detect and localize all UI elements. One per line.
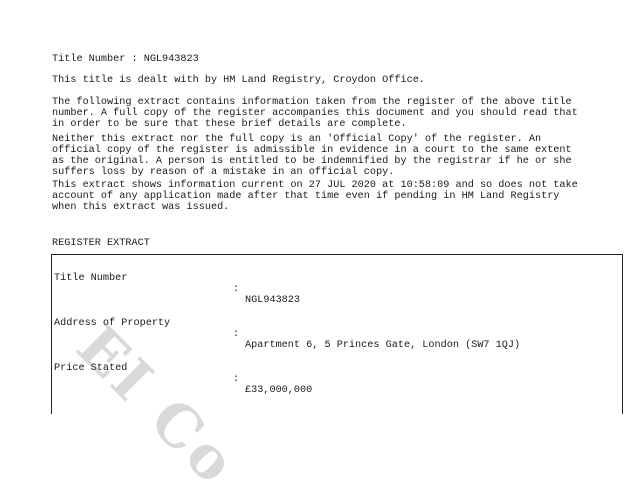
paragraph-line: as the original. A person is entitled to… [52, 156, 572, 167]
paragraph-currency: This extract shows information current o… [52, 180, 622, 213]
extract-label: Price Stated [54, 363, 128, 374]
paragraph-line: Neither this extract nor the full copy i… [52, 134, 542, 145]
paragraph-full-copy: The following extract contains informati… [52, 97, 622, 130]
extract-value: Apartment 6, 5 Princes Gate, London (SW7… [245, 340, 521, 351]
paragraph-line: suffers loss by reason of a mistake in a… [52, 167, 395, 178]
extract-label: Address of Property [54, 318, 171, 329]
paragraph-line: when this extract was issued. [52, 202, 230, 213]
title-number-line: Title Number : NGL943823 [52, 54, 199, 65]
office-line: This title is dealt with by HM Land Regi… [52, 75, 425, 86]
paragraph-line: account of any application made after th… [52, 191, 560, 202]
register-extract-box: Title Number : NGL943823 Address of Prop… [51, 254, 623, 414]
extract-label: Title Number [54, 273, 128, 284]
extract-value: £33,000,000 [245, 385, 313, 396]
extract-separator: : [233, 284, 240, 295]
extract-separator: : [233, 329, 240, 340]
paragraph-line: The following extract contains informati… [52, 97, 572, 108]
paragraph-line: This extract shows information current o… [52, 180, 578, 191]
paragraph-line: in order to be sure that these brief det… [52, 119, 407, 130]
extract-separator: : [233, 374, 240, 385]
extract-row-price: Price Stated : £33,000,000 [54, 352, 620, 407]
paragraph-line: number. A full copy of the register acco… [52, 108, 578, 119]
paragraph-line: official copy of the register is admissi… [52, 145, 572, 156]
register-extract-heading: REGISTER EXTRACT [52, 238, 150, 249]
paragraph-official-copy: Neither this extract nor the full copy i… [52, 134, 622, 178]
extract-value: NGL943823 [245, 295, 301, 306]
